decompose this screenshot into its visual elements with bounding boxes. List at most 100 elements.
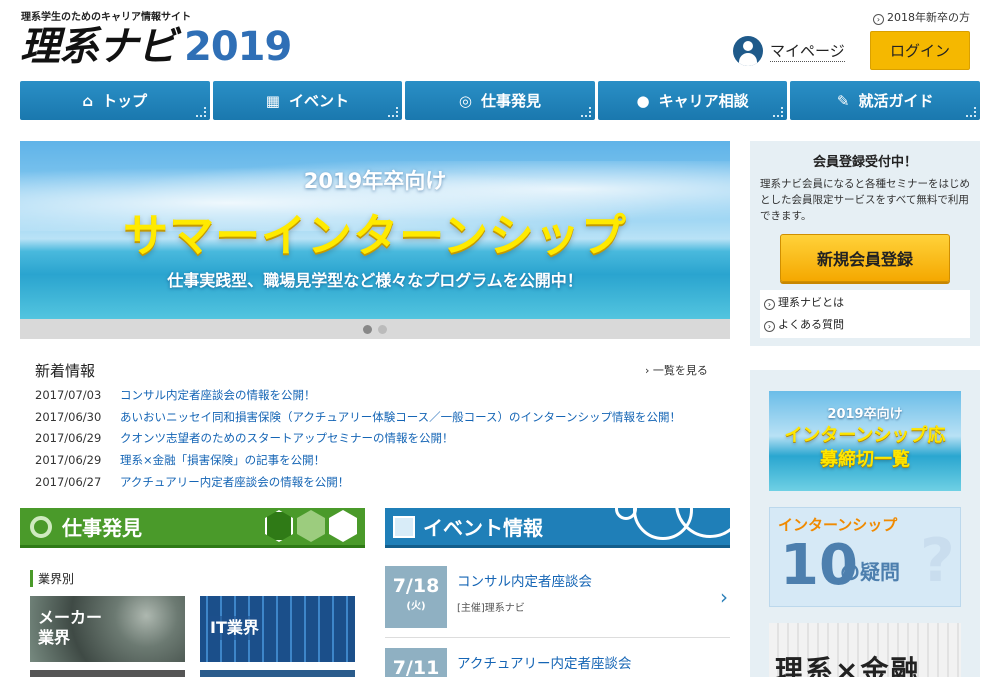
- industry-tile-maker[interactable]: メーカー業界: [30, 596, 185, 662]
- banner-year: 2019年卒向け: [303, 169, 447, 193]
- event-heading: イベント情報: [423, 516, 543, 540]
- event-date: 7/11: [392, 657, 440, 677]
- news-more-label: 一覧を見る: [652, 364, 708, 377]
- nav-event[interactable]: ▦ イベント: [212, 81, 403, 120]
- event-section-header: イベント情報: [385, 508, 730, 548]
- nav-top-label: トップ: [102, 92, 148, 110]
- news-item: 2017/06/29 理系×金融「損害保険」の記事を公開！: [35, 451, 681, 473]
- nav-job[interactable]: ◎ 仕事発見: [405, 81, 595, 120]
- circle-decoration: [675, 508, 730, 538]
- event-item[interactable]: 7/18 (火) コンサル内定者座談会 [主催]理系ナビ ›: [385, 566, 730, 628]
- event-title[interactable]: コンサル内定者座談会: [457, 570, 592, 590]
- about-link[interactable]: › 理系ナビとは: [764, 292, 966, 314]
- news-date: 2017/06/29: [35, 431, 102, 446]
- news-date: 2017/06/27: [35, 474, 102, 489]
- carousel-dot-1[interactable]: [363, 324, 372, 334]
- pencil-icon: ✎: [836, 91, 850, 110]
- banner-title: 理系×金融: [775, 654, 921, 677]
- newgrad-label: 2018年新卒の方: [887, 11, 970, 24]
- about-link-label: 理系ナビとは: [778, 296, 844, 309]
- site-logo[interactable]: 理系ナビ 2019: [20, 24, 292, 70]
- banner-title: サマーインターンシップ: [123, 209, 627, 262]
- register-button[interactable]: 新規会員登録: [780, 234, 950, 282]
- event-title[interactable]: アクチュアリー内定者座談会: [457, 652, 632, 672]
- tile-label: IT業界: [208, 616, 261, 640]
- corner-decoration: [965, 107, 976, 117]
- news-link[interactable]: クオンツ志望者のためのスタートアップセミナーの情報を公開！: [120, 431, 454, 445]
- industry-tile-row2[interactable]: [200, 670, 355, 677]
- corner-decoration: [773, 107, 784, 117]
- tile-label: メーカー業界: [38, 608, 103, 647]
- nav-event-label: イベント: [288, 92, 349, 110]
- corner-decoration: [195, 107, 206, 117]
- news-item: 2017/06/29 クオンツ志望者のためのスタートアップセミナーの情報を公開！: [35, 429, 681, 451]
- internship-faq-banner[interactable]: ? インターンシップ 10 の疑問: [769, 507, 961, 607]
- job-heading: 仕事発見: [62, 516, 142, 540]
- nav-guide-label: 就活ガイド: [858, 92, 934, 110]
- news-item: 2017/06/30 あいおいニッセイ同和損害保険（アクチュアリー体験コース／一般…: [35, 408, 681, 430]
- global-nav: ⌂ トップ ▦ イベント ◎ 仕事発見 ● キャリア相談 ✎ 就活ガイド: [20, 81, 980, 120]
- site-tagline: 理系学生のためのキャリア情報サイト: [21, 12, 191, 23]
- industry-tile-row2[interactable]: [30, 670, 185, 677]
- member-registration-box: 会員登録受付中！ 理系ナビ会員になると各種セミナーをはじめとした会員限定サービス…: [750, 141, 980, 346]
- member-title: 会員登録受付中！: [812, 155, 917, 170]
- hero-banner[interactable]: 2019年卒向け サマーインターンシップ 仕事実践型、職場見学型など様々なプログ…: [20, 141, 730, 319]
- chat-bubble-icon: ●: [636, 91, 650, 110]
- login-button[interactable]: ログイン: [870, 31, 970, 70]
- news-link[interactable]: アクチュアリー内定者座談会の情報を公開！: [120, 475, 349, 489]
- internship-deadline-banner[interactable]: 2019卒向け インターンシップ応募締切一覧: [769, 391, 961, 491]
- science-finance-banner[interactable]: 理系×金融: [769, 623, 961, 677]
- job-section-header: 仕事発見: [20, 508, 365, 548]
- arrow-circle-icon: ›: [764, 299, 775, 310]
- magnifier-icon: [30, 515, 52, 538]
- news-date: 2017/07/03: [35, 388, 102, 402]
- corner-decoration: [580, 107, 591, 117]
- mypage-link[interactable]: マイページ: [733, 36, 845, 66]
- event-date-box: 7/18 (火): [385, 566, 447, 628]
- news-date: 2017/06/30: [35, 409, 102, 424]
- nav-career-label: キャリア相談: [658, 92, 749, 110]
- faq-link-label: よくある質問: [778, 318, 844, 331]
- newgrad-link[interactable]: › 2018年新卒の方: [873, 9, 970, 25]
- news-item: 2017/07/03 コンサル内定者座談会の情報を公開！: [35, 386, 681, 408]
- calendar-icon: [393, 515, 415, 538]
- home-icon: ⌂: [82, 91, 94, 110]
- news-more-link[interactable]: › 一覧を見る: [645, 362, 708, 378]
- nav-career[interactable]: ● キャリア相談: [597, 81, 788, 120]
- carousel-pager: [20, 319, 730, 339]
- hexagon-decoration: [329, 510, 357, 542]
- banner-top-text: インターンシップ: [778, 516, 898, 534]
- news-heading: 新着情報: [35, 362, 96, 380]
- chevron-right-icon: ›: [645, 364, 653, 377]
- chevron-right-icon[interactable]: ›: [720, 585, 728, 609]
- corner-decoration: [388, 107, 399, 117]
- industry-tile-it[interactable]: IT業界: [200, 596, 355, 662]
- banner-subtitle: 仕事実践型、職場見学型など様々なプログラムを公開中！: [167, 271, 583, 290]
- news-date: 2017/06/29: [35, 453, 102, 468]
- arrow-circle-icon: ›: [764, 321, 775, 332]
- news-list: 2017/07/03 コンサル内定者座談会の情報を公開！ 2017/06/30 あい…: [35, 386, 681, 494]
- event-date: 7/18: [392, 575, 440, 597]
- hexagon-decoration: [265, 510, 293, 542]
- event-weekday: (火): [406, 601, 426, 612]
- news-link[interactable]: コンサル内定者座談会の情報を公開！: [120, 388, 316, 402]
- carousel-dot-2[interactable]: [378, 324, 387, 334]
- hexagon-decoration: [297, 510, 325, 542]
- user-icon: [733, 36, 763, 66]
- banner-title: インターンシップ応募締切一覧: [784, 425, 946, 470]
- logo-text: 理系ナビ: [20, 24, 177, 70]
- member-description: 理系ナビ会員になると各種セミナーをはじめとした会員限定サービスをすべて無料で利用…: [760, 178, 970, 222]
- banner-year: 2019卒向け: [827, 407, 903, 422]
- event-item[interactable]: 7/11 アクチュアリー内定者座談会: [385, 648, 730, 677]
- nav-top[interactable]: ⌂ トップ: [20, 81, 210, 120]
- nav-guide[interactable]: ✎ 就活ガイド: [790, 81, 980, 120]
- news-link[interactable]: あいおいニッセイ同和損害保険（アクチュアリー体験コース／一般コース）のインターン…: [120, 410, 681, 424]
- search-icon: ◎: [458, 91, 473, 110]
- news-item: 2017/06/27 アクチュアリー内定者座談会の情報を公開！: [35, 473, 681, 495]
- news-link[interactable]: 理系×金融「損害保険」の記事を公開！: [120, 453, 325, 467]
- faq-link[interactable]: › よくある質問: [764, 314, 966, 336]
- member-links: › 理系ナビとは › よくある質問: [760, 290, 970, 338]
- question-mark-icon: ?: [920, 526, 955, 596]
- event-date-box: 7/11: [385, 648, 447, 677]
- mypage-label: マイページ: [770, 42, 845, 62]
